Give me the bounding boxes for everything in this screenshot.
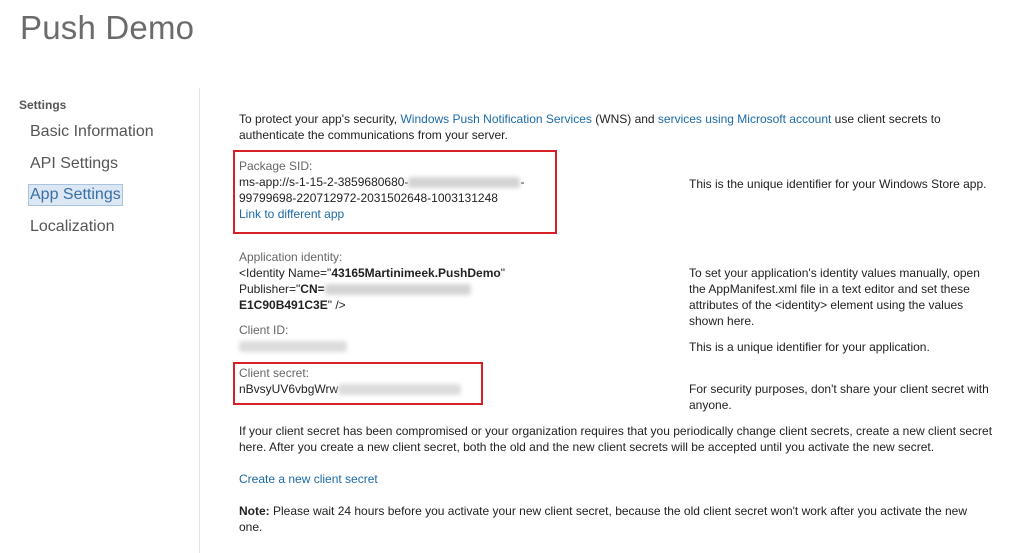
client-secret-label: Client secret: bbox=[239, 366, 310, 380]
intro-text-part: (WNS) and bbox=[591, 112, 658, 126]
app-identity-label: Application identity: bbox=[239, 250, 343, 264]
identity-text: <Identity Name=" bbox=[239, 266, 332, 280]
page-title: Push Demo bbox=[20, 9, 195, 46]
redacted-value bbox=[408, 177, 521, 189]
intro-text: To protect your app's security, Windows … bbox=[239, 111, 979, 143]
identity-publisher: E1C90B491C3E bbox=[239, 298, 328, 312]
client-secret-text: nBvsyUV6vbgWrw bbox=[239, 382, 339, 396]
package-sid-line2: 99799698-220712972-2031502648-1003131248 bbox=[239, 191, 498, 205]
redacted-value bbox=[338, 384, 462, 396]
package-sid-description: This is the unique identifier for your W… bbox=[689, 177, 987, 191]
sidebar: Settings Basic Information API Settings … bbox=[0, 88, 200, 553]
create-link-row: Create a new client secret bbox=[239, 471, 994, 487]
identity-text: " bbox=[500, 266, 505, 280]
redacted-value bbox=[239, 341, 347, 353]
sidebar-heading: Settings bbox=[19, 98, 67, 112]
sidebar-item-basic-information[interactable]: Basic Information bbox=[29, 122, 155, 142]
sidebar-divider bbox=[199, 88, 200, 553]
app-identity-line3: E1C90B491C3E" /> bbox=[239, 297, 505, 313]
app-identity-block: Application identity: <Identity Name="43… bbox=[239, 249, 505, 313]
wns-link[interactable]: Windows Push Notification Services bbox=[400, 112, 591, 126]
package-sid-line1: ms-app://s-1-15-2-3859680680- - bbox=[239, 174, 524, 190]
identity-name: 43165Martinimeek.PushDemo bbox=[331, 266, 501, 280]
microsoft-account-services-link[interactable]: services using Microsoft account bbox=[658, 112, 831, 126]
page: Push Demo Settings Basic Information API… bbox=[0, 0, 1030, 553]
package-sid-label: Package SID: bbox=[239, 159, 313, 173]
package-sid-block: Package SID: ms-app://s-1-15-2-385968068… bbox=[239, 158, 524, 222]
client-secret-description: For security purposes, don't share your … bbox=[689, 382, 989, 412]
app-identity-description: To set your application's identity value… bbox=[689, 266, 980, 328]
identity-text: Publisher=" bbox=[239, 282, 301, 296]
client-id-description: This is a unique identifier for your app… bbox=[689, 340, 930, 354]
package-sid-value: ms-app://s-1-15-2-3859680680- bbox=[239, 175, 409, 189]
app-identity-line2: Publisher="CN= bbox=[239, 281, 505, 297]
create-new-client-secret-link[interactable]: Create a new client secret bbox=[239, 472, 378, 486]
app-identity-line1: <Identity Name="43165Martinimeek.PushDem… bbox=[239, 265, 505, 281]
package-sid-value: - bbox=[520, 175, 525, 189]
compromised-paragraph: If your client secret has been compromis… bbox=[239, 424, 993, 454]
link-to-different-app[interactable]: Link to different app bbox=[239, 207, 344, 221]
client-id-label: Client ID: bbox=[239, 323, 289, 337]
client-secret-block: Client secret: nBvsyUV6vbgWrw bbox=[239, 365, 462, 397]
note-paragraph: Note: Please wait 24 hours before you ac… bbox=[239, 503, 974, 535]
sidebar-item-localization[interactable]: Localization bbox=[29, 217, 116, 237]
intro-text-part: To protect your app's security, bbox=[239, 112, 401, 126]
client-id-value bbox=[239, 338, 347, 354]
client-secret-value: nBvsyUV6vbgWrw bbox=[239, 381, 462, 397]
client-id-block: Client ID: bbox=[239, 322, 347, 354]
identity-publisher: CN= bbox=[300, 282, 325, 296]
identity-text: " /> bbox=[327, 298, 346, 312]
note-text: Please wait 24 hours before you activate… bbox=[239, 504, 968, 534]
redacted-value bbox=[324, 284, 471, 296]
sidebar-item-api-settings[interactable]: API Settings bbox=[29, 154, 119, 174]
note-label: Note: bbox=[239, 504, 270, 518]
sidebar-item-app-settings[interactable]: App Settings bbox=[28, 184, 123, 206]
